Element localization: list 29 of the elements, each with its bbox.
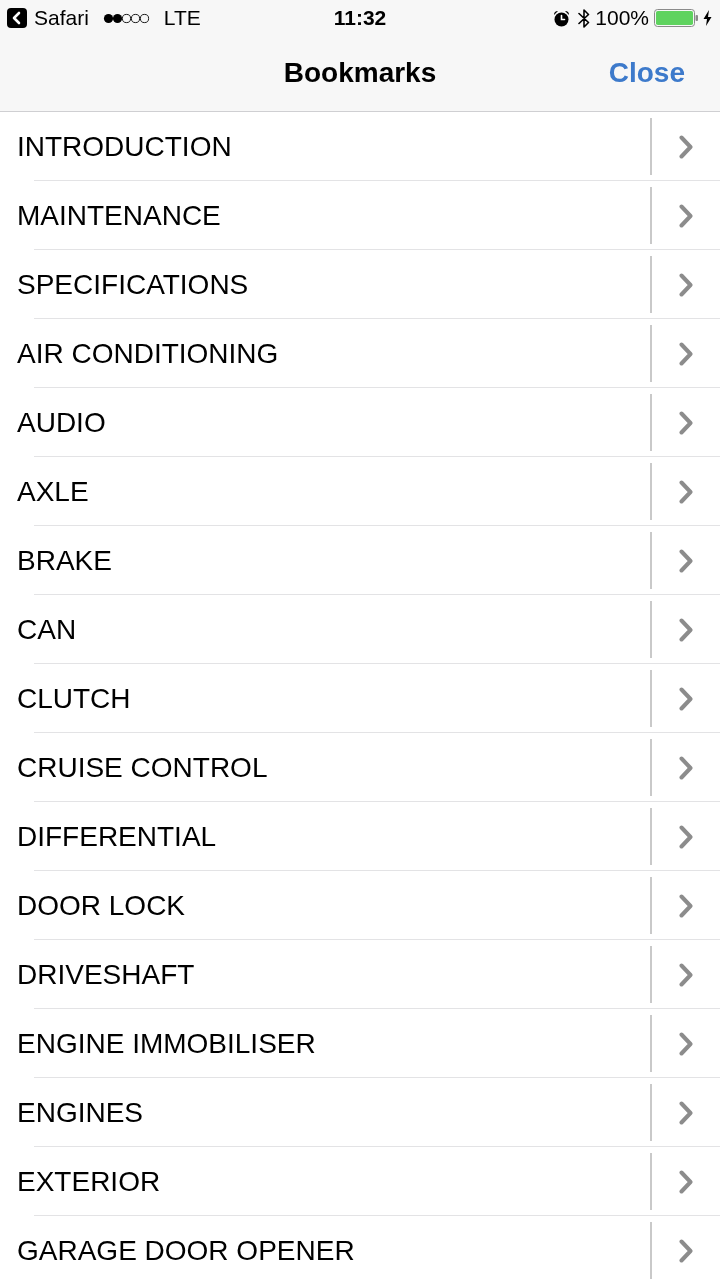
back-app-label[interactable]: Safari: [34, 6, 89, 30]
chevron-right-icon[interactable]: [679, 341, 693, 366]
chevron-right-icon[interactable]: [679, 893, 693, 918]
battery-icon: [654, 8, 699, 28]
close-button[interactable]: Close: [608, 52, 685, 93]
back-icon[interactable]: [7, 8, 27, 28]
chevron-right-icon[interactable]: [679, 203, 693, 228]
battery-percentage: 100%: [595, 6, 649, 30]
chevron-right-icon[interactable]: [679, 1169, 693, 1194]
chevron-right-icon[interactable]: [679, 755, 693, 780]
chevron-right-icon[interactable]: [679, 617, 693, 642]
chevron-right-icon[interactable]: [679, 1100, 693, 1125]
nav-title: Bookmarks: [283, 56, 437, 89]
bluetooth-icon: [578, 7, 591, 29]
chevron-right-icon[interactable]: [679, 548, 693, 573]
carrier-label: LTE: [163, 6, 201, 30]
chevron-right-icon[interactable]: [679, 1238, 693, 1263]
charging-bolt-icon: [703, 10, 712, 26]
chevron-right-icon[interactable]: [679, 410, 693, 435]
chevron-right-icon[interactable]: [679, 824, 693, 849]
chevron-right-icon[interactable]: [679, 479, 693, 504]
chevron-right-icon[interactable]: [679, 686, 693, 711]
clock-time: 11:32: [333, 6, 387, 30]
chevron-right-icon[interactable]: [679, 272, 693, 297]
signal-strength-icon: [102, 12, 150, 24]
chevron-right-icon[interactable]: [679, 1031, 693, 1056]
chevron-right-icon[interactable]: [679, 134, 693, 159]
alarm-clock-icon: [553, 9, 571, 27]
chevron-right-icon[interactable]: [679, 962, 693, 987]
